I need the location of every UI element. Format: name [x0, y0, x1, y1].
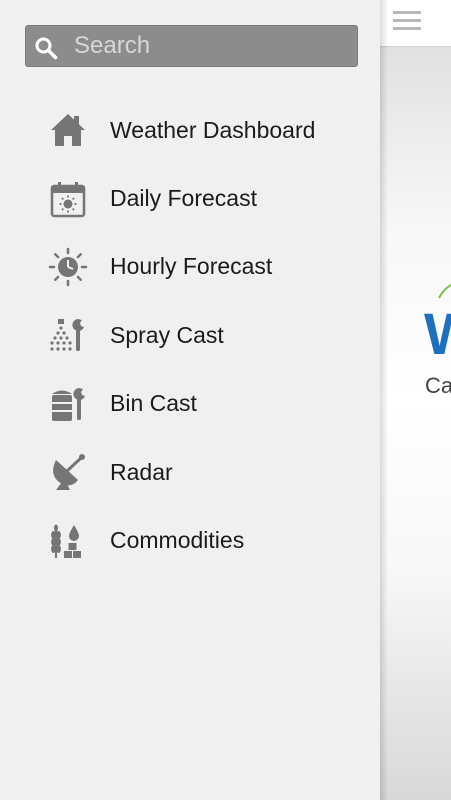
menu-item-label: Hourly Forecast [110, 253, 273, 280]
menu-item-weather-dashboard[interactable]: Weather Dashboard [0, 96, 380, 164]
menu-item-bin-cast[interactable]: Bin Cast [0, 370, 380, 438]
search-input[interactable] [74, 26, 344, 66]
logo-swoosh-icon [438, 283, 451, 299]
drawer-shadow [380, 0, 388, 800]
grain-bin-wrench-icon [48, 384, 88, 424]
menu-item-label: Commodities [110, 527, 245, 554]
menu-item-hourly-forecast[interactable]: Hourly Forecast [0, 233, 380, 301]
app-logo-subtitle: Ca [425, 373, 451, 398]
search-bar[interactable] [25, 25, 358, 67]
navigation-drawer: Weather Dashboard [0, 0, 380, 800]
menu-item-label: Weather Dashboard [110, 116, 316, 143]
menu-item-label: Bin Cast [110, 390, 197, 417]
menu-item-commodities[interactable]: Commodities [0, 506, 380, 574]
calendar-sun-icon [48, 179, 88, 219]
menu-item-label: Daily Forecast [110, 185, 257, 212]
menu-item-label: Spray Cast [110, 321, 224, 348]
menu-item-radar[interactable]: Radar [0, 438, 380, 506]
home-icon [48, 110, 88, 150]
wheat-drop-icon [48, 521, 88, 561]
menu-hamburger-icon[interactable] [393, 10, 421, 32]
spray-wrench-icon [48, 315, 88, 355]
menu-item-spray-cast[interactable]: Spray Cast [0, 301, 380, 369]
app-screen: W Ca Weather Dashboard [0, 0, 451, 800]
top-bar [380, 0, 451, 47]
drawer-menu: Weather Dashboard Daily Forecast Hourly … [0, 96, 380, 575]
app-logo: W [424, 306, 451, 364]
menu-item-label: Radar [110, 458, 173, 485]
search-icon [35, 37, 58, 60]
menu-item-daily-forecast[interactable]: Daily Forecast [0, 164, 380, 232]
sun-clock-icon [48, 247, 88, 287]
main-content [380, 0, 451, 800]
satellite-dish-icon [48, 452, 88, 492]
